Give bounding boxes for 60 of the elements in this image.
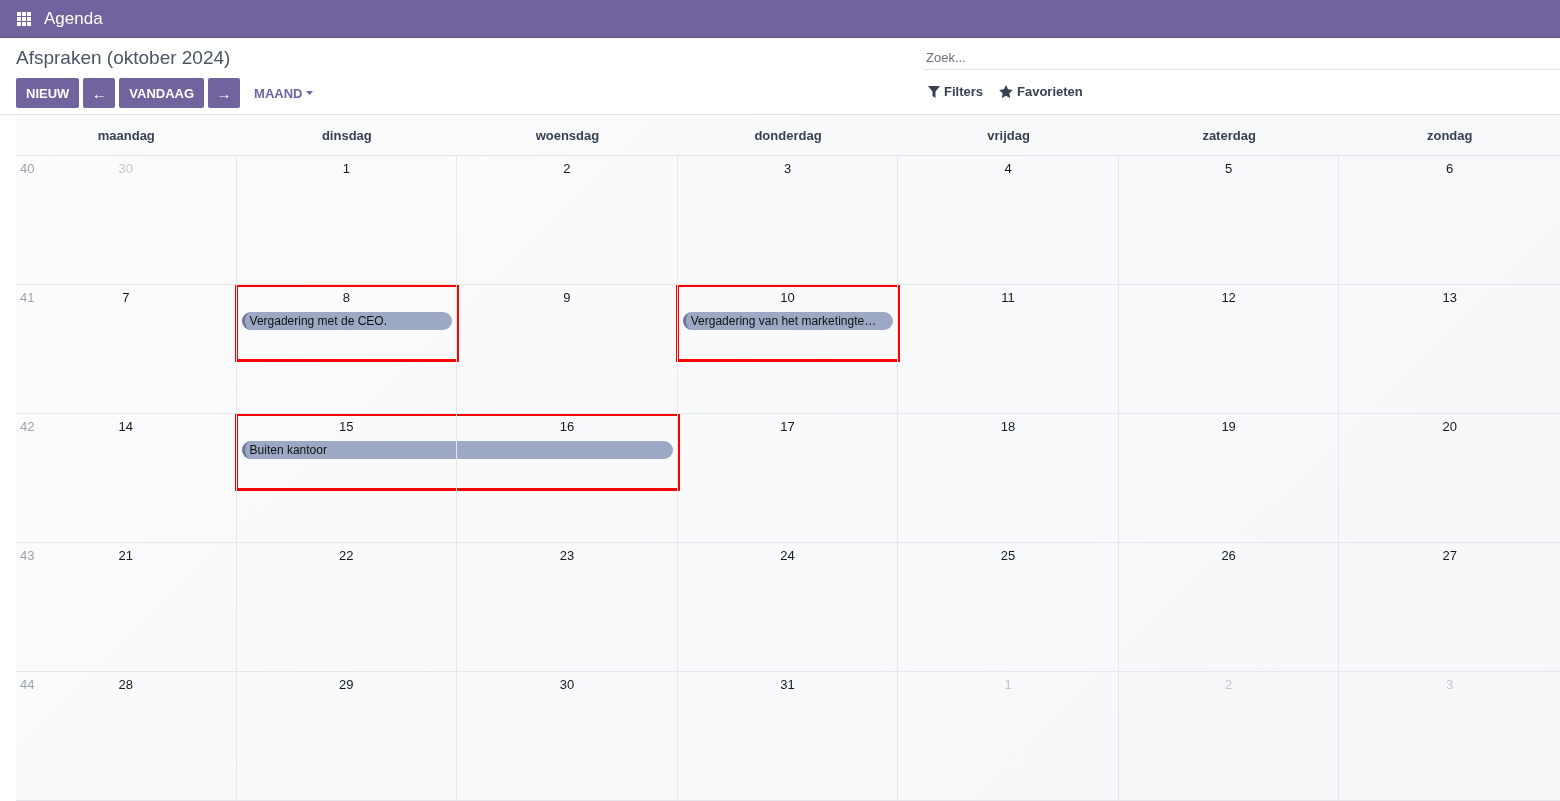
next-button[interactable]: → <box>208 78 241 108</box>
day-number: 31 <box>780 677 795 693</box>
event-bar[interactable]: Vergadering van het marketingte… <box>682 312 894 330</box>
day-number: 30 <box>559 677 575 693</box>
weekday-header: vrijdag <box>987 127 1030 143</box>
day-number: 11 <box>1001 290 1015 306</box>
day-number: 5 <box>1225 161 1233 177</box>
day-number: 16 <box>559 419 575 435</box>
day-number: 2 <box>563 161 571 177</box>
day-number: 3 <box>783 161 792 177</box>
day-number: 18 <box>1000 419 1016 435</box>
week-number: 41 <box>20 290 35 305</box>
day-number: 10 <box>780 290 795 306</box>
week-number: 40 <box>20 161 35 176</box>
day-number: 30 <box>118 161 133 177</box>
apps-grid-icon[interactable] <box>17 11 31 26</box>
day-number: 27 <box>1442 548 1457 564</box>
week-number: 44 <box>20 677 35 692</box>
week-number: 43 <box>20 548 35 563</box>
scale-dropdown[interactable]: MAAND <box>250 81 317 105</box>
day-number: 26 <box>1221 548 1236 564</box>
week-number: 42 <box>20 419 35 434</box>
filter-icon <box>928 85 940 98</box>
day-number: 13 <box>1442 290 1457 306</box>
day-number: 20 <box>1442 419 1457 435</box>
day-number: 8 <box>342 290 350 306</box>
day-number: 7 <box>122 290 130 306</box>
page-title: Afspraken (oktober 2024) <box>16 47 232 69</box>
caret-icon <box>305 91 313 95</box>
weekday-header: woensdag <box>535 127 600 143</box>
day-number: 23 <box>559 548 575 564</box>
new-button[interactable]: NIEUW <box>16 78 80 108</box>
day-number: 9 <box>563 290 571 306</box>
weekday-header: dinsdag <box>321 127 372 143</box>
filters-button[interactable]: Filters <box>924 82 987 101</box>
star-icon <box>999 85 1013 98</box>
event-bar[interactable]: Vergadering met de CEO. <box>241 312 453 330</box>
app-title: Agenda <box>44 8 103 29</box>
day-number: 24 <box>780 548 795 564</box>
weekday-header: donderdag <box>754 127 822 143</box>
day-number: 12 <box>1221 290 1236 306</box>
event-bar[interactable]: Buiten kantoor <box>241 441 673 459</box>
today-button[interactable]: VANDAAG <box>119 78 205 108</box>
day-number: 4 <box>1004 161 1012 177</box>
day-number: 17 <box>780 419 795 435</box>
weekday-header: maandag <box>97 127 155 143</box>
day-number: 22 <box>339 548 354 564</box>
weekday-header: zaterdag <box>1202 127 1256 143</box>
day-number: 19 <box>1221 419 1236 435</box>
day-number: 1 <box>342 161 350 177</box>
weekday-header: zondag <box>1426 127 1473 143</box>
day-number: 14 <box>118 419 133 435</box>
previous-button[interactable]: ← <box>83 78 116 108</box>
day-number: 29 <box>339 677 354 693</box>
day-number: 15 <box>339 419 354 435</box>
day-number: 28 <box>118 677 133 693</box>
day-number: 25 <box>1000 548 1016 564</box>
favorites-button[interactable]: Favorieten <box>995 82 1087 101</box>
day-number: 6 <box>1446 161 1454 177</box>
day-number: 21 <box>118 548 133 564</box>
